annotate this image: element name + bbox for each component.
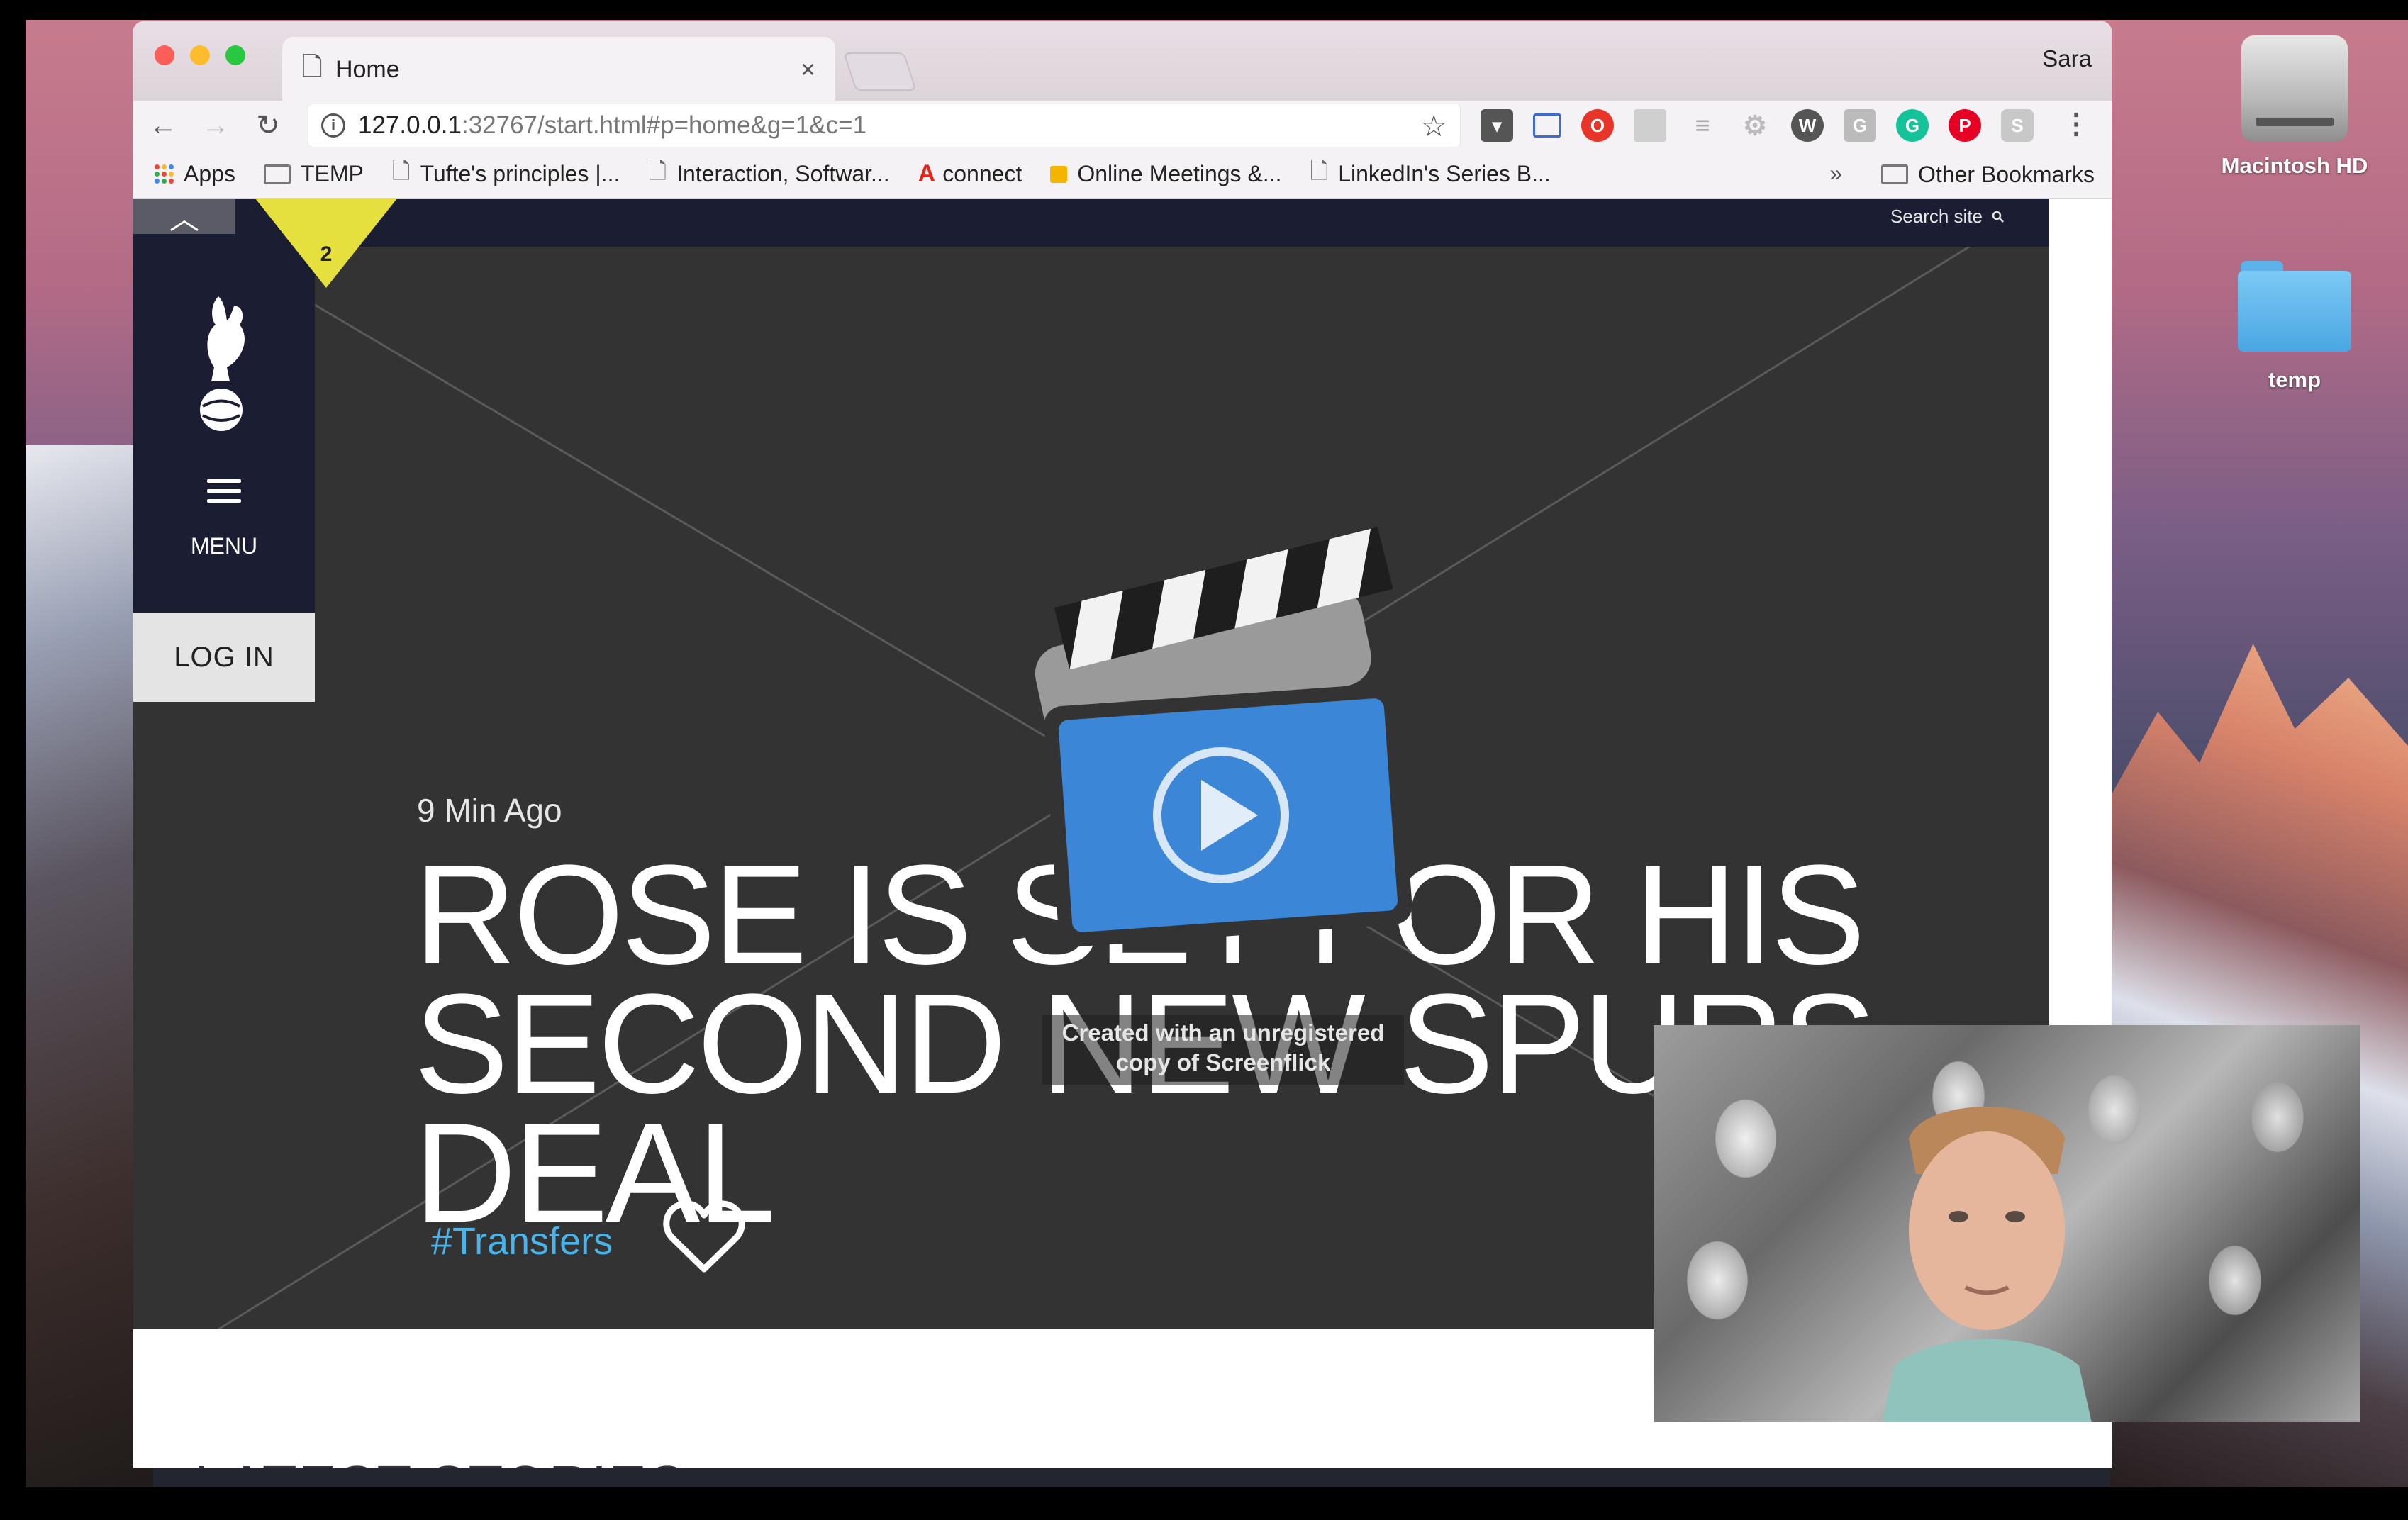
tab-title: Home [335,55,400,83]
search-site-button[interactable]: Search site [1890,206,2005,228]
info-icon[interactable]: i [321,113,345,138]
reload-button[interactable]: ↻ [245,103,291,148]
article-tag-link[interactable]: #Transfers [431,1219,613,1263]
desktop-icon-label: temp [2268,367,2321,392]
forward-button[interactable]: → [193,103,238,148]
pinterest-icon[interactable]: P [1949,109,1981,142]
other-bookmarks[interactable]: Other Bookmarks [1881,150,2095,199]
screenflick-watermark: Created with an unregistered copy of Scr… [1042,1015,1404,1085]
page-icon: 🗋 [648,157,667,184]
search-icon [1992,211,2004,223]
notification-count: 2 [320,242,333,266]
bookmark-label: Online Meetings &... [1077,161,1282,186]
desktop-icon-label: Macintosh HD [2221,153,2368,178]
g-icon[interactable]: G [1844,109,1876,142]
bookmark-label: TEMP [300,161,364,186]
folder-icon [2238,261,2351,352]
bookmark-label: Interaction, Softwar... [676,161,890,186]
bookmark-connect[interactable]: A connect [918,160,1022,188]
hard-drive-icon [2241,35,2348,142]
bookmark-linkedin[interactable]: 🗋 LinkedIn's Series B... [1310,155,1550,194]
screenshot-icon[interactable] [1533,113,1561,138]
bookmark-star-icon[interactable]: ☆ [1420,108,1447,143]
new-tab-button[interactable] [843,52,917,91]
tab-home[interactable]: 🗋 Home × [282,37,835,102]
webcam-person [1882,1107,2092,1422]
close-window-button[interactable] [155,45,174,65]
bookmark-interaction[interactable]: 🗋 Interaction, Softwar... [648,155,889,194]
bookmarks-bar: Apps TEMP 🗋 Tufte's principles |... 🗋 In… [133,150,2112,199]
latest-stories-heading: LATEST STORIES [194,1453,687,1468]
folder-icon [263,164,291,184]
other-bookmarks-label: Other Bookmarks [1918,161,2095,187]
s-icon[interactable]: S [2001,109,2034,142]
profile-name[interactable]: Sara [2042,45,2092,72]
page-icon: 🗋 [391,157,411,184]
screenflick-clapperboard-icon [1035,527,1412,947]
opera-icon[interactable]: O [1581,109,1614,142]
address-bar[interactable]: i 127.0.0.1 :32767/start.html#p=home&g=1… [308,104,1461,147]
align-icon[interactable]: ≡ [1686,109,1719,142]
desktop-icon-temp[interactable]: temp [2209,261,2380,393]
grammarly-icon[interactable]: G [1896,109,1929,142]
browser-toolbar: ← → ↻ i 127.0.0.1 :32767/start.html#p=ho… [133,101,2112,150]
url-host: 127.0.0.1 [358,111,462,139]
bookmark-label: connect [942,161,1022,186]
bookmark-label: LinkedIn's Series B... [1338,161,1551,186]
tab-close-icon[interactable]: × [801,55,815,84]
page-icon: 🗋 [1310,157,1329,184]
webcam-overlay [1654,1025,2360,1422]
hamburger-menu-icon[interactable] [207,479,241,509]
desktop-icon-macintosh-hd[interactable]: Macintosh HD [2209,35,2380,179]
login-button[interactable]: LOG IN [133,613,315,702]
apps-grid-icon [155,164,174,184]
back-button[interactable]: ← [140,103,186,148]
heart-icon[interactable] [662,1198,746,1275]
folder-icon [1881,164,1909,184]
title-bar: 🗋 Home × Sara [133,21,2112,102]
spurs-crest-logo[interactable] [190,289,258,438]
extensions-bar: ▾ O ≡ ⚙ W G G P S [1481,104,2034,147]
meetings-icon [1050,165,1068,183]
zoom-window-button[interactable] [225,45,245,65]
chevron-up-icon: ︿ [169,201,199,235]
side-navigation: MENU [133,247,315,613]
bookmark-label: Tufte's principles |... [420,161,620,186]
wordpress-icon[interactable]: W [1791,109,1824,142]
menu-label[interactable]: MENU [133,533,315,559]
watermark-line-1: Created with an unregistered [1061,1019,1385,1046]
url-path: :32767/start.html#p=home&g=1&c=1 [461,111,867,139]
bookmarks-overflow-button[interactable]: » [1829,160,1842,186]
watermark-line-2: copy of Screenflick [1115,1049,1331,1075]
collapse-up-button[interactable]: ︿ [133,199,235,235]
minimize-window-button[interactable] [190,45,210,65]
bookmark-online-meetings[interactable]: Online Meetings &... [1050,161,1281,187]
layout-icon[interactable] [1634,109,1666,142]
browser-menu-icon[interactable]: ⋮ [2062,108,2090,140]
page-icon: 🗋 [302,51,323,81]
bookmark-temp[interactable]: TEMP [263,161,364,187]
bookmark-apps[interactable]: Apps [155,161,235,187]
search-site-label: Search site [1890,206,1983,227]
bookmark-label: Apps [184,161,235,186]
site-top-bar: Search site [133,199,2049,247]
adobe-icon: A [918,160,936,187]
article-timestamp: 9 Min Ago [417,792,562,829]
gear-icon[interactable]: ⚙ [1739,109,1771,142]
bookmark-tufte[interactable]: 🗋 Tufte's principles |... [392,155,620,194]
pocket-icon[interactable]: ▾ [1481,109,1513,142]
